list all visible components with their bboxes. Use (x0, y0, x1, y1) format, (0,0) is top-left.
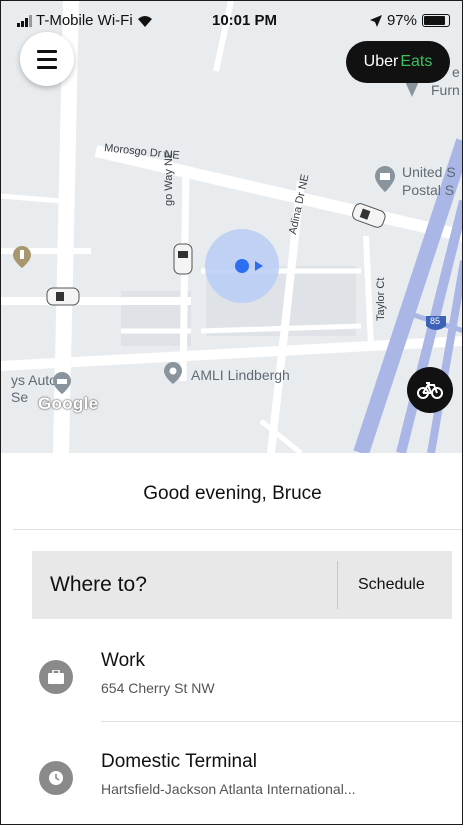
car-pin-icon (53, 372, 71, 394)
interstate-shield: 85 (430, 316, 441, 326)
uber-label: Uber (363, 53, 399, 70)
schedule-button[interactable]: Schedule (358, 576, 425, 594)
wifi-icon (137, 15, 152, 27)
separator (337, 561, 338, 609)
clock-icon (39, 761, 73, 795)
road-label: go Way NE (163, 150, 175, 206)
location-pin-icon (164, 362, 182, 384)
road-label: Taylor Ct (375, 277, 387, 321)
carrier-label: T-Mobile Wi-Fi (36, 12, 133, 29)
saved-place-work[interactable]: Work 654 Cherry St NW (1, 650, 462, 720)
mail-pin-icon (375, 166, 395, 192)
eats-label: Eats (400, 53, 433, 70)
battery-percent: 97% (386, 12, 417, 29)
briefcase-icon (39, 660, 73, 694)
signal-icon (17, 14, 32, 27)
where-to-label[interactable]: Where to? (50, 573, 147, 597)
clock: 10:01 PM (212, 12, 278, 29)
where-to-search[interactable]: Where to? Schedule (32, 551, 452, 619)
status-bar: T-Mobile Wi-Fi 10:01 PM 97% (1, 1, 462, 41)
place-address: 654 Cherry St NW (101, 680, 215, 696)
phone-screen: Morosgo Dr NE go Way NE Adina Dr NE Tayl… (0, 0, 463, 825)
google-logo: Google (38, 394, 99, 413)
place-title: Work (101, 650, 145, 671)
restaurant-pin-icon (13, 246, 31, 268)
divider (13, 529, 462, 530)
divider (101, 721, 462, 722)
battery-icon (422, 14, 450, 27)
uber-eats-button[interactable]: Uber Eats (346, 41, 450, 83)
location-arrow-icon (369, 14, 382, 27)
greeting: Good evening, Bruce (143, 483, 322, 504)
recent-place-domestic-terminal[interactable]: Domestic Terminal Hartsfield-Jackson Atl… (1, 751, 462, 821)
hamburger-icon (37, 49, 57, 53)
place-title: Domestic Terminal (101, 751, 257, 772)
bike-button[interactable] (407, 367, 453, 413)
poi-label[interactable]: United S Postal S (402, 163, 456, 199)
bicycle-icon (417, 382, 443, 399)
poi-label[interactable]: AMLI Lindbergh (191, 367, 290, 383)
place-address: Hartsfield-Jackson Atlanta International… (101, 781, 356, 797)
bottom-sheet: Good evening, Bruce Where to? Schedule W… (1, 453, 462, 824)
